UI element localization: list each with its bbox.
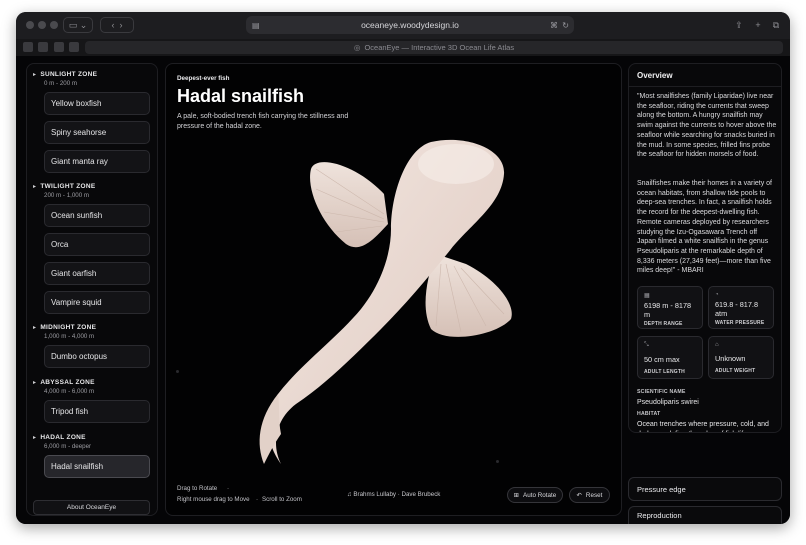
- music-credit[interactable]: ♫ Brahms Lullaby · Dave Brubeck: [347, 491, 440, 498]
- auto-rotate-button[interactable]: ⊞ Auto Rotate: [507, 487, 563, 503]
- close-window-button[interactable]: [26, 21, 34, 29]
- back-icon[interactable]: ‹: [111, 20, 114, 30]
- url-text: oceaneye.woodydesign.io: [361, 20, 459, 30]
- habitat-text: Ocean trenches where pressure, cold, and…: [637, 421, 769, 432]
- pinned-tab-2[interactable]: [38, 42, 48, 52]
- divider: [629, 86, 781, 87]
- scientific-name-label: SCIENTIFIC NAME: [637, 389, 686, 395]
- minimize-window-button[interactable]: [38, 21, 46, 29]
- forward-icon[interactable]: ›: [120, 20, 123, 30]
- history-nav-buttons[interactable]: ‹ ›: [100, 17, 134, 33]
- fish-button-giant-oarfish[interactable]: Giant oarfish: [44, 262, 150, 285]
- sidebar-toggle-button[interactable]: ▭ ⌄: [63, 17, 93, 33]
- translate-icon[interactable]: ⌘: [550, 21, 558, 30]
- pinned-tab-3[interactable]: [54, 42, 64, 52]
- tab-title: OceanEye — Interactive 3D Ocean Life Atl…: [364, 43, 515, 52]
- accordion-reproduction[interactable]: Reproduction: [628, 506, 782, 524]
- stat-adult-weight: ⌂ Unknown ADULT WEIGHT: [708, 336, 774, 379]
- fish-button-vampire-squid[interactable]: Vampire squid: [44, 291, 150, 314]
- about-button[interactable]: About OceanEye: [33, 500, 150, 515]
- zone-header-midnight: ▸ MIDNIGHT ZONE 1,000 m - 4,000 m: [33, 324, 97, 340]
- flag-icon: ▸: [33, 184, 37, 190]
- fish-button-ocean-sunfish[interactable]: Ocean sunfish: [44, 204, 150, 227]
- fish-button-dumbo-octopus[interactable]: Dumbo octopus: [44, 345, 150, 368]
- hint-separator: ·: [227, 485, 230, 492]
- overview-title: Overview: [637, 71, 673, 80]
- reload-icon[interactable]: ↻: [562, 21, 569, 30]
- share-icon[interactable]: ⇪: [732, 17, 746, 33]
- habitat-label: HABITAT: [637, 411, 661, 417]
- hint-zoom: Scroll to Zoom: [262, 496, 302, 503]
- fish-3d-viewer[interactable]: Deepest-ever fish Hadal snailfish A pale…: [165, 63, 622, 516]
- fish-button-giant-manta-ray[interactable]: Giant manta ray: [44, 150, 150, 173]
- snailfish-model[interactable]: [166, 64, 622, 516]
- tab-overview-icon[interactable]: ⧉: [769, 17, 783, 33]
- gauge-icon: ◔: [715, 292, 719, 298]
- music-note-icon: ♫: [347, 491, 352, 498]
- zone-header-abyssal: ▸ ABYSSAL ZONE 4,000 m - 6,000 m: [33, 379, 95, 395]
- flag-icon: ▸: [33, 380, 37, 386]
- browser-toolbar: ▭ ⌄ ‹ › ▤ oceaneye.woodydesign.io ⌘ ↻ ⇪ …: [16, 12, 790, 39]
- browser-window: ▭ ⌄ ‹ › ▤ oceaneye.woodydesign.io ⌘ ↻ ⇪ …: [16, 12, 790, 524]
- page-settings-icon[interactable]: ▤: [252, 21, 260, 30]
- active-tab[interactable]: ◎ OceanEye — Interactive 3D Ocean Life A…: [85, 41, 783, 54]
- zone-header-twilight: ▸ TWILIGHT ZONE 200 m - 1,000 m: [33, 183, 96, 199]
- reset-button[interactable]: ↶ Reset: [569, 487, 610, 503]
- weight-icon: ⌂: [715, 342, 719, 348]
- flag-icon: ▸: [33, 435, 37, 441]
- zone-sidebar: ▸ SUNLIGHT ZONE 0 m - 200 m Yellow boxfis…: [26, 63, 158, 516]
- scientific-name: Pseudoliparis swirei: [637, 399, 699, 406]
- stat-water-pressure: ◔ 619.8 - 817.8 atm WATER PRESSURE: [708, 286, 774, 329]
- overview-panel: Overview "Most snailfishes (family Lipar…: [628, 63, 782, 433]
- fish-button-tripod-fish[interactable]: Tripod fish: [44, 400, 150, 423]
- hint-rotate: Drag to Rotate: [177, 485, 218, 492]
- overview-paragraph-2: Snailfishes make their homes in a variet…: [637, 180, 773, 275]
- zone-header-sunlight: ▸ SUNLIGHT ZONE 0 m - 200 m: [33, 71, 98, 87]
- stat-depth-range: ▦ 6198 m - 8178 m DEPTH RANGE: [637, 286, 703, 329]
- pinned-tab-1[interactable]: [23, 42, 33, 52]
- stat-adult-length: ⤡ 50 cm max ADULT LENGTH: [637, 336, 703, 379]
- address-bar[interactable]: ▤ oceaneye.woodydesign.io ⌘ ↻: [246, 16, 574, 34]
- reset-icon: ↶: [576, 491, 582, 499]
- new-tab-icon[interactable]: +: [751, 17, 765, 33]
- zoom-window-button[interactable]: [50, 21, 58, 29]
- fish-button-orca[interactable]: Orca: [44, 233, 150, 256]
- flag-icon: ▸: [33, 72, 37, 78]
- flag-icon: ▸: [33, 325, 37, 331]
- accordion-pressure-edge[interactable]: Pressure edge: [628, 477, 782, 501]
- length-icon: ⤡: [644, 342, 649, 348]
- hint-separator: ·: [256, 496, 259, 503]
- rotate-icon: ⊞: [513, 491, 519, 499]
- page-content: ▸ SUNLIGHT ZONE 0 m - 200 m Yellow boxfis…: [16, 56, 790, 524]
- hint-move: Right mouse drag to Move: [177, 496, 250, 503]
- zone-header-hadal: ▸ HADAL ZONE 6,000 m - deeper: [33, 434, 92, 450]
- fish-button-hadal-snailfish[interactable]: Hadal snailfish: [44, 455, 150, 478]
- ruler-icon: ▦: [644, 293, 650, 299]
- sidebar-icon: ▭ ⌄: [68, 19, 88, 30]
- overview-paragraph-1: "Most snailfishes (family Liparidae) liv…: [637, 93, 777, 159]
- tab-bar: ◎ OceanEye — Interactive 3D Ocean Life A…: [16, 39, 790, 56]
- pinned-tab-4[interactable]: [69, 42, 79, 52]
- tab-favicon-icon: ◎: [353, 43, 361, 52]
- fish-button-spiny-seahorse[interactable]: Spiny seahorse: [44, 121, 150, 144]
- fish-button-yellow-boxfish[interactable]: Yellow boxfish: [44, 92, 150, 115]
